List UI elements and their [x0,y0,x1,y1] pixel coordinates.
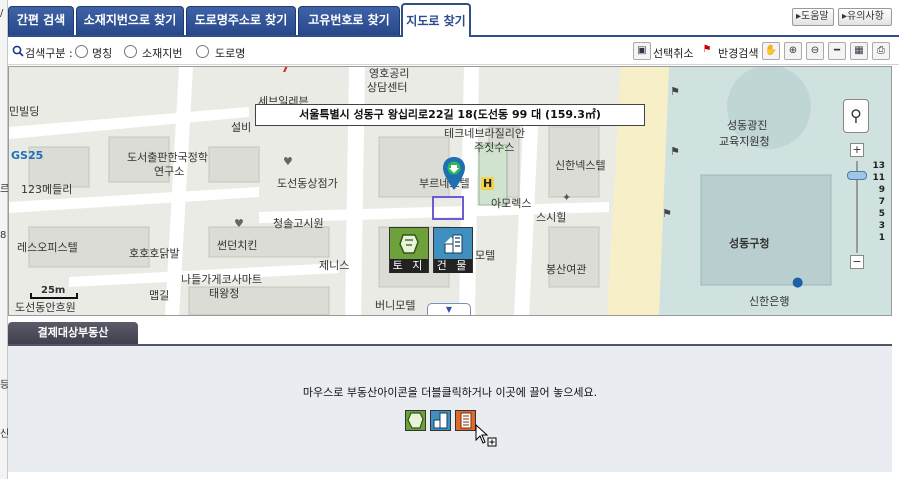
map-view[interactable]: 영호공리 상담센터 세브일레븐 설비 테크네브라질리안 주짓수스 신한넥스텔 성… [8,66,892,316]
land-icon[interactable] [405,410,426,431]
flag-icon[interactable]: ⚑ [698,42,716,60]
flag-icon: ⚑ [670,85,680,98]
land-icon [399,233,419,254]
help-button[interactable]: ▸도움말 [792,8,834,26]
zoom-slider[interactable]: + − [847,143,867,271]
flag-icon: ⚑ [670,145,680,158]
search-type-bar: 검색구분 : 명칭 소재지번 도로명 ▣ 선택취소 ⚑ 반경검색 ✋ ⊕ ⊖ ━… [8,39,899,65]
radio-lot-number[interactable] [124,45,137,58]
location-pin-icon [443,157,465,190]
tab-lot-number[interactable]: 소재지번으로 찾기 [76,6,184,35]
radio-road-name[interactable] [196,45,209,58]
land-button[interactable]: 토 지 [389,227,429,273]
restaurant-icon: ✦ [562,191,572,204]
search-tab-bar: 간편 검색 소재지번으로 찾기 도로명주소로 찾기 고유번호로 찾기 지도로 찾… [8,0,899,37]
person-search-icon: ⚲ [850,106,862,125]
tab-simple-search[interactable]: 간편 검색 [8,6,74,35]
scale-label: 25m [41,285,66,296]
bank-icon: ● [792,275,804,290]
restaurant-icon: ♥ [234,217,244,230]
apartment-icon[interactable] [455,410,476,431]
deselect-icon[interactable]: ▣ [633,42,651,60]
print-icon[interactable]: ⎙ [872,42,890,60]
triangle-down-icon: ▼ [445,305,453,314]
zoom-out-button[interactable]: − [850,255,864,269]
copy-cursor-icon [475,424,497,447]
measure-area-icon[interactable]: ▦ [850,42,868,60]
poi-marker-icon: ♥ [283,155,293,168]
zoom-out-icon[interactable]: ⊖ [806,42,824,60]
address-popup: 서울특별시 성동구 왕십리로22길 18(도선동 99 대 (159.3㎡) [255,104,645,126]
radio-name[interactable] [75,45,88,58]
radius-search-button[interactable]: 반경검색 [718,45,758,61]
flag-icon: ⚑ [662,207,672,220]
hotel-icon: H [481,177,495,190]
pan-icon[interactable]: ✋ [762,42,780,60]
tab-unique-number[interactable]: 고유번호로 찾기 [298,6,400,35]
notice-button[interactable]: ▸유의사항 [838,8,892,26]
deselect-button[interactable]: 선택취소 [653,45,693,61]
drop-instruction: 마우스로 부동산아이콘을 더블클릭하거나 이곳에 끌어 놓으세요. [302,386,598,399]
expand-map-button[interactable]: ▼ [427,303,471,315]
measure-distance-icon[interactable]: ━ [828,42,846,60]
tab-map-search[interactable]: 지도로 찾기 [401,3,471,37]
zoom-handle[interactable] [847,171,867,180]
zoom-in-button[interactable]: + [850,143,864,157]
payment-target-tab[interactable]: 결제대상부동산 [8,322,138,344]
zoom-in-icon[interactable]: ⊕ [784,42,802,60]
magnifier-icon [12,45,24,57]
street-view-button[interactable]: ⚲ [843,99,869,133]
building-icon [444,234,463,253]
search-type-label: 검색구분 : [25,47,73,60]
convenience-store-icon: 7 [281,66,291,76]
building-icon[interactable] [430,410,451,431]
building-button[interactable]: 건 물 [433,227,473,273]
left-panel-edge: / 르 8 등 신 [0,0,9,479]
tab-road-address[interactable]: 도로명주소로 찾기 [186,6,296,35]
property-drop-zone[interactable]: 마우스로 부동산아이콘을 더블클릭하거나 이곳에 끌어 놓으세요. [8,344,892,472]
